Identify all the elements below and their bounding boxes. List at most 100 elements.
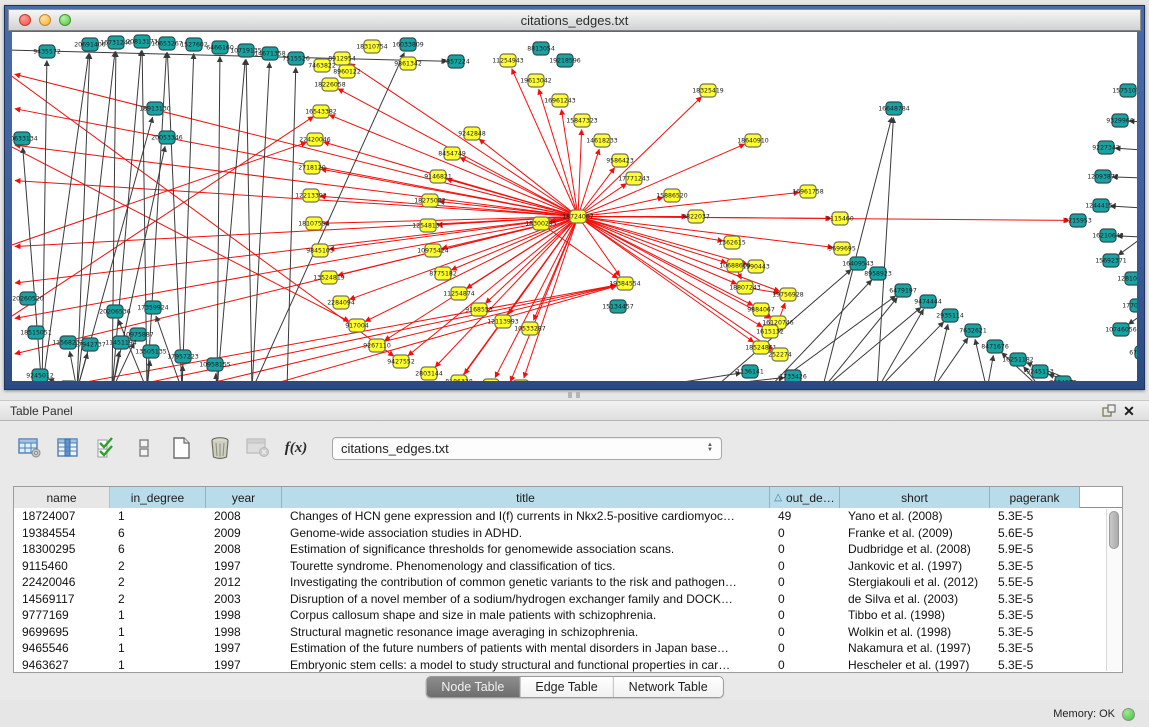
- graph-node[interactable]: 7857224: [442, 55, 470, 68]
- citation-edge[interactable]: [578, 217, 1069, 221]
- graph-node[interactable]: 11254874: [443, 287, 475, 300]
- network-graph[interactable]: 1872400789129541822605816543382224200462…: [12, 32, 1137, 381]
- graph-node[interactable]: 7632621: [959, 324, 987, 337]
- tab-node-table[interactable]: Node Table: [426, 677, 520, 697]
- network-window[interactable]: citations_edges.txt 18724007891295418226…: [4, 5, 1145, 390]
- network-canvas[interactable]: 1872400789129541822605816543382224200462…: [12, 32, 1137, 381]
- reference-edge[interactable]: [672, 377, 784, 381]
- graph-node[interactable]: 22420046: [299, 133, 331, 146]
- table-row[interactable]: 1872400712008Changes of HCN gene express…: [14, 508, 1122, 525]
- function-builder-icon[interactable]: f(x): [282, 435, 310, 461]
- reference-edge[interactable]: [877, 117, 893, 381]
- citation-edge[interactable]: [486, 217, 578, 304]
- citation-edge[interactable]: [15, 145, 578, 216]
- float-panel-icon[interactable]: [1099, 403, 1119, 419]
- graph-node[interactable]: 17771243: [618, 172, 650, 185]
- citation-edge[interactable]: [12, 116, 313, 320]
- graph-node[interactable]: 9245012: [26, 369, 54, 381]
- citation-edge[interactable]: [15, 109, 578, 217]
- scrollbar-thumb[interactable]: [1109, 511, 1119, 549]
- graph-node[interactable]: 15751074: [1112, 84, 1137, 97]
- graph-node[interactable]: 6479197: [889, 284, 917, 297]
- reference-edge[interactable]: [182, 53, 194, 381]
- graph-node[interactable]: 17706552: [1122, 299, 1137, 312]
- graph-node[interactable]: 8813054: [527, 42, 555, 55]
- citation-edge[interactable]: [578, 144, 745, 216]
- graph-node[interactable]: 2718120: [298, 161, 326, 174]
- splitter-grip-icon[interactable]: [568, 392, 580, 398]
- table-row[interactable]: 977716911998Corpus callosum shape and si…: [14, 607, 1122, 624]
- graph-node[interactable]: 16961758: [792, 185, 824, 198]
- table-row[interactable]: 911546021997Tourette syndrome. Phenomeno…: [14, 558, 1122, 575]
- graph-node[interactable]: 15847323: [566, 114, 598, 127]
- reference-edge[interactable]: [987, 355, 993, 381]
- citation-edge[interactable]: [578, 217, 754, 343]
- reference-edge[interactable]: [877, 309, 924, 381]
- graph-node[interactable]: 13524819: [313, 271, 345, 284]
- graph-node[interactable]: 17359924: [137, 301, 169, 314]
- graph-node[interactable]: 16409543: [842, 257, 874, 270]
- graph-node[interactable]: 9242848: [458, 127, 486, 140]
- close-panel-icon[interactable]: ✕: [1119, 403, 1139, 419]
- graph-node[interactable]: 9427552: [387, 355, 415, 368]
- reference-edge[interactable]: [70, 351, 77, 381]
- graph-node[interactable]: 18325419: [692, 84, 724, 97]
- citation-edge[interactable]: [479, 139, 578, 216]
- column-header-pagerank[interactable]: pagerank: [990, 487, 1080, 508]
- vertical-scrollbar[interactable]: [1106, 509, 1121, 671]
- graph-node[interactable]: 9146821: [424, 170, 452, 183]
- tab-edge-table[interactable]: Edge Table: [520, 677, 613, 697]
- table-row[interactable]: 1830029562008Estimation of significance …: [14, 541, 1122, 558]
- graph-node[interactable]: 9861342: [394, 57, 422, 70]
- graph-node[interactable]: 9699695: [828, 242, 856, 255]
- panel-splitter[interactable]: [0, 390, 1149, 400]
- graph-node[interactable]: 11254943: [492, 54, 524, 67]
- graph-node[interactable]: 9586423: [606, 154, 634, 167]
- graph-node[interactable]: 9115460: [826, 212, 854, 225]
- graph-node[interactable]: 8471676: [981, 340, 1009, 353]
- reference-edge[interactable]: [767, 296, 896, 381]
- citation-edge[interactable]: [15, 217, 578, 283]
- graph-node[interactable]: 20260520: [12, 292, 44, 305]
- show-columns-icon[interactable]: [54, 435, 82, 461]
- graph-node[interactable]: 15692371: [1095, 254, 1127, 267]
- graph-node[interactable]: 8186328: [445, 375, 473, 381]
- graph-node[interactable]: 16033809: [392, 38, 424, 51]
- reference-edge[interactable]: [822, 297, 897, 381]
- graph-node[interactable]: 6794086: [1129, 346, 1137, 359]
- reference-edge[interactable]: [1118, 237, 1137, 255]
- graph-node[interactable]: 9474444: [914, 295, 942, 308]
- graph-node[interactable]: 1136141: [736, 365, 764, 378]
- citation-edge[interactable]: [578, 217, 780, 292]
- graph-node[interactable]: 20633134: [12, 132, 38, 145]
- table-options-icon[interactable]: [16, 435, 44, 461]
- graph-node[interactable]: 14618233: [586, 134, 618, 147]
- row-height-icon[interactable]: [130, 435, 158, 461]
- table-row[interactable]: 946554611997Estimation of the future num…: [14, 640, 1122, 657]
- graph-node[interactable]: 19384554: [609, 277, 641, 290]
- graph-node[interactable]: 13505135: [135, 345, 167, 358]
- reference-edge[interactable]: [217, 56, 220, 381]
- reference-edge[interactable]: [632, 373, 741, 381]
- graph-node[interactable]: 7515526: [282, 52, 310, 65]
- graph-node[interactable]: 917004: [345, 319, 369, 332]
- reference-edge[interactable]: [167, 52, 182, 381]
- graph-node[interactable]: 8960122: [333, 65, 361, 78]
- graph-node[interactable]: 12093872: [1087, 170, 1119, 183]
- citation-edge[interactable]: [578, 129, 582, 216]
- graph-node[interactable]: 1527602: [180, 38, 208, 51]
- create-table-icon[interactable]: [168, 435, 196, 461]
- table-selector-dropdown[interactable]: citations_edges.txt ▲▼: [332, 437, 722, 460]
- graph-node[interactable]: 9227342: [1092, 141, 1120, 154]
- citation-edge[interactable]: [329, 115, 578, 217]
- network-window-titlebar[interactable]: citations_edges.txt: [8, 9, 1141, 31]
- tab-network-table[interactable]: Network Table: [614, 677, 723, 697]
- table-row[interactable]: 2242004622012Investigating the contribut…: [14, 574, 1122, 591]
- graph-node[interactable]: 2284094: [327, 296, 355, 309]
- graph-node[interactable]: 9245113: [1026, 365, 1054, 378]
- select-mode-icon[interactable]: [92, 435, 120, 461]
- graph-node[interactable]: 9329966: [1106, 114, 1134, 127]
- column-header-in_degree[interactable]: in_degree: [110, 487, 206, 508]
- reference-edge[interactable]: [822, 307, 921, 381]
- reference-edge[interactable]: [932, 324, 948, 381]
